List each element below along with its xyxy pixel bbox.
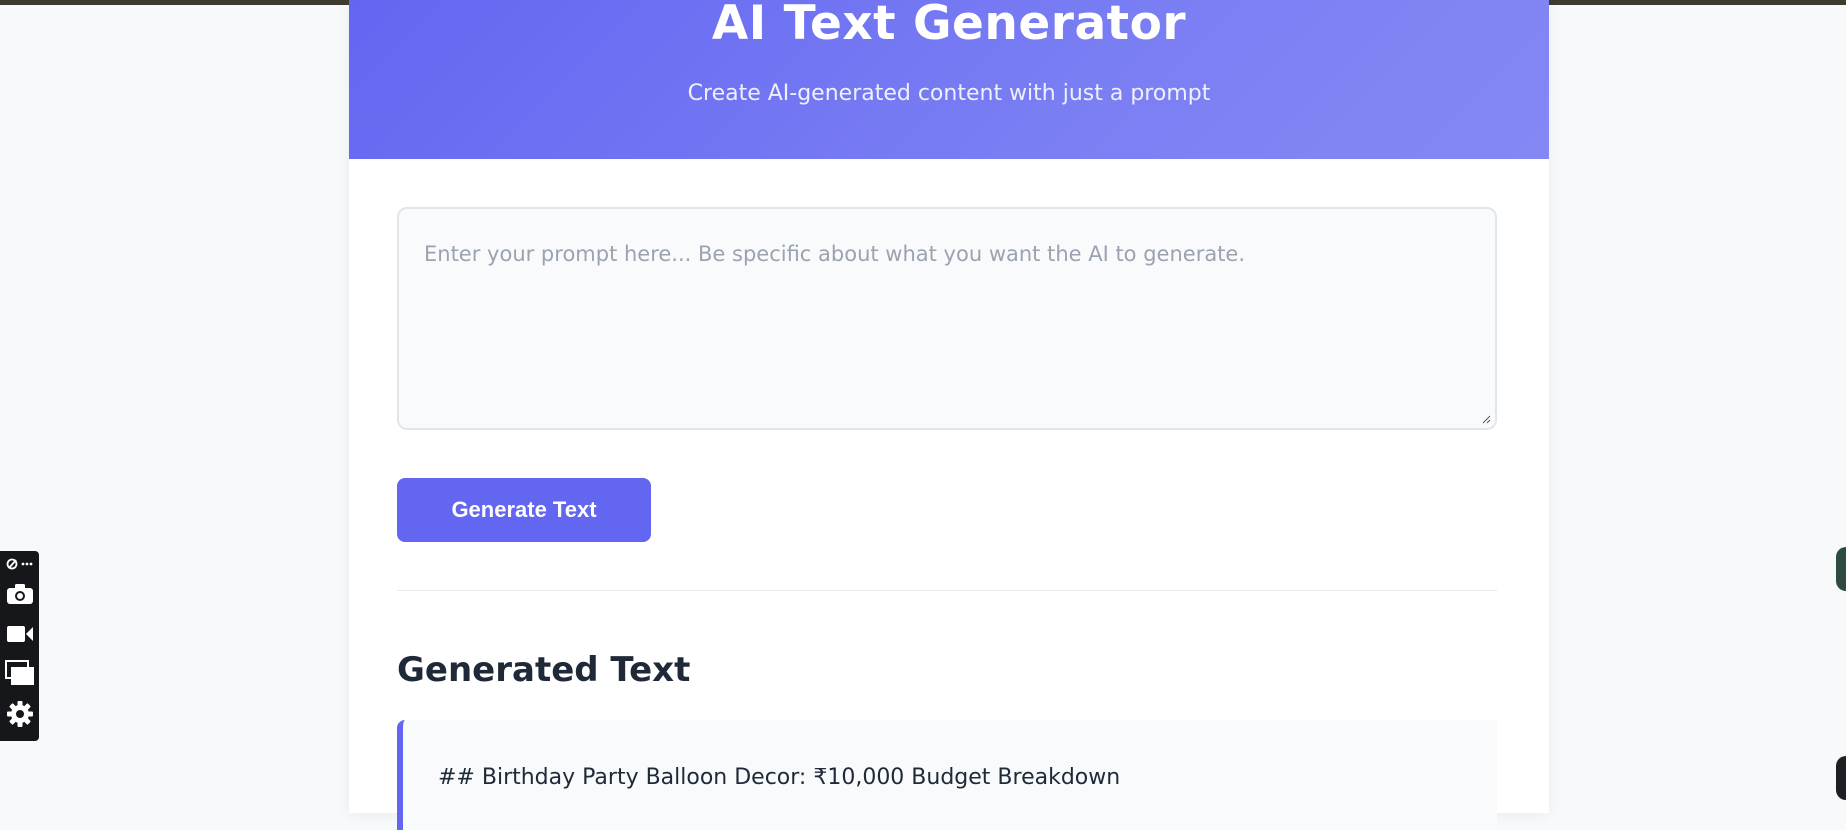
section-divider: [397, 590, 1497, 591]
generated-text-heading: Generated Text: [397, 650, 691, 690]
edge-widget-handle[interactable]: [1836, 547, 1846, 591]
resize-grip-icon[interactable]: [1481, 414, 1491, 424]
generated-output-text: ## Birthday Party Balloon Decor: ₹10,000…: [438, 765, 1121, 790]
toolbar-header: [4, 553, 35, 575]
gear-icon: [6, 701, 33, 727]
video-icon: [6, 626, 33, 642]
page-title: AI Text Generator: [711, 0, 1187, 51]
record-video-button[interactable]: [4, 619, 35, 649]
header-banner: AI Text Generator Create AI-generated co…: [349, 0, 1549, 159]
page-subtitle: Create AI-generated content with just a …: [687, 81, 1211, 106]
pin-icon[interactable]: [5, 556, 35, 572]
capture-toolbar: [0, 551, 39, 741]
camera-icon: [6, 584, 33, 604]
prompt-placeholder: Enter your prompt here... Be specific ab…: [424, 242, 1246, 266]
screenshot-button[interactable]: [4, 579, 35, 609]
window-capture-button[interactable]: [4, 658, 35, 688]
window-icon: [4, 660, 34, 685]
prompt-textarea[interactable]: Enter your prompt here... Be specific ab…: [397, 207, 1497, 430]
settings-button[interactable]: [4, 699, 35, 729]
generate-text-button[interactable]: Generate Text: [397, 478, 651, 542]
edge-widget-handle-bottom[interactable]: [1836, 756, 1846, 800]
generator-card: AI Text Generator Create AI-generated co…: [349, 0, 1549, 830]
generated-output-panel: ## Birthday Party Balloon Decor: ₹10,000…: [397, 720, 1497, 830]
